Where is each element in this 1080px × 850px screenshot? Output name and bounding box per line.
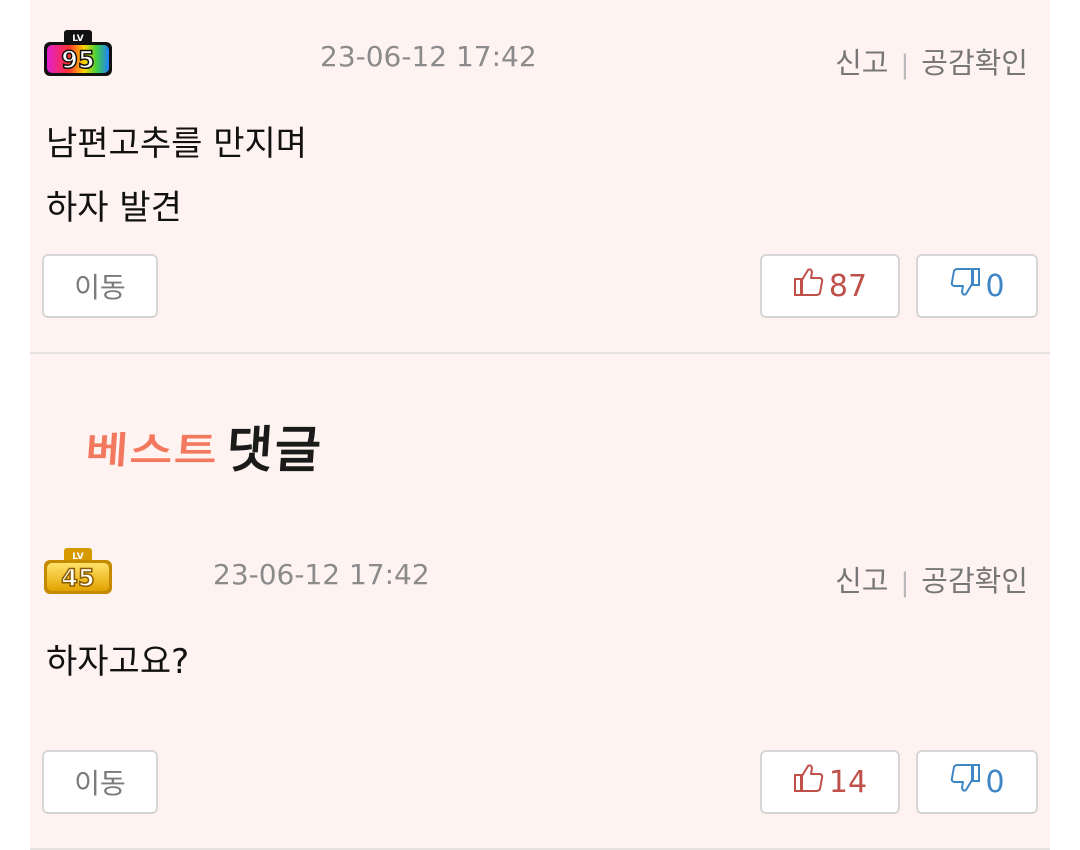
like-count: 87 [828,268,868,304]
comment-timestamp: 23-06-12 17:42 [320,40,537,73]
comment-item: LV 95 23-06-12 17:42 신고 | 공감확인 남편고추를 만지며 하… [30,0,1050,352]
like-button[interactable]: 87 [760,254,900,318]
comment-line: 하자 발견 [46,188,182,228]
empathy-check-link[interactable]: 공감확인 [921,564,1028,598]
comment-body: 하자고요? [46,630,189,694]
empathy-check-link[interactable]: 공감확인 [921,46,1028,80]
action-divider: | [900,50,910,80]
move-button[interactable]: 이동 [42,750,158,814]
dislike-button[interactable]: 0 [916,750,1038,814]
best-banner-part1: 베스트 [84,428,221,472]
action-divider: | [900,568,910,598]
report-link[interactable]: 신고 [835,564,888,598]
thumbs-up-icon [793,267,825,305]
comment-actions: 신고 | 공감확인 [835,558,1028,600]
move-button[interactable]: 이동 [42,254,158,318]
comment-item: LV 45 23-06-12 17:42 신고 | 공감확인 하자고요? 이동 14 [30,540,1050,850]
dislike-button[interactable]: 0 [916,254,1038,318]
comment-line: 남편고추를 만지며 [46,124,308,164]
level-badge-icon: LV 95 [42,30,114,78]
badge-level-number: 45 [61,564,94,592]
dislike-count: 0 [985,764,1005,800]
comment-timestamp: 23-06-12 17:42 [213,558,430,591]
badge-level-number: 95 [61,46,94,74]
comment-line: 하자고요? [46,642,190,682]
thumbs-up-icon [793,763,825,801]
best-banner-part2: 댓글 [224,421,325,479]
dislike-count: 0 [985,268,1005,304]
thumbs-down-icon [949,267,981,305]
best-comments-banner: 베스트댓글 [84,410,325,490]
thumbs-down-icon [949,763,981,801]
comment-body: 남편고추를 만지며 하자 발견 [46,112,307,240]
like-button[interactable]: 14 [760,750,900,814]
comment-actions: 신고 | 공감확인 [835,40,1028,82]
comment-section: LV 95 23-06-12 17:42 신고 | 공감확인 남편고추를 만지며 하… [30,0,1050,850]
section-divider [30,352,1050,354]
report-link[interactable]: 신고 [835,46,888,80]
like-count: 14 [828,764,868,800]
level-badge-icon: LV 45 [42,548,114,596]
